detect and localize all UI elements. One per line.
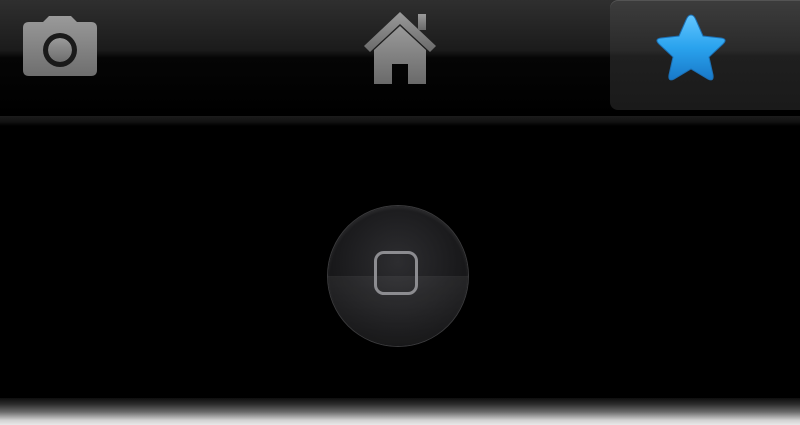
tab-bar-separator: [0, 116, 800, 126]
tab-bar: [0, 0, 800, 116]
star-icon: [656, 14, 726, 81]
tab-camera[interactable]: [0, 0, 120, 112]
home-button-icon: [374, 251, 418, 295]
screen: [0, 0, 800, 425]
tab-home[interactable]: [340, 0, 460, 112]
home-icon: [364, 12, 436, 84]
tab-favorites[interactable]: [610, 0, 800, 110]
camera-icon: [23, 16, 97, 76]
device-bezel: [0, 398, 800, 425]
home-button[interactable]: [328, 206, 468, 346]
